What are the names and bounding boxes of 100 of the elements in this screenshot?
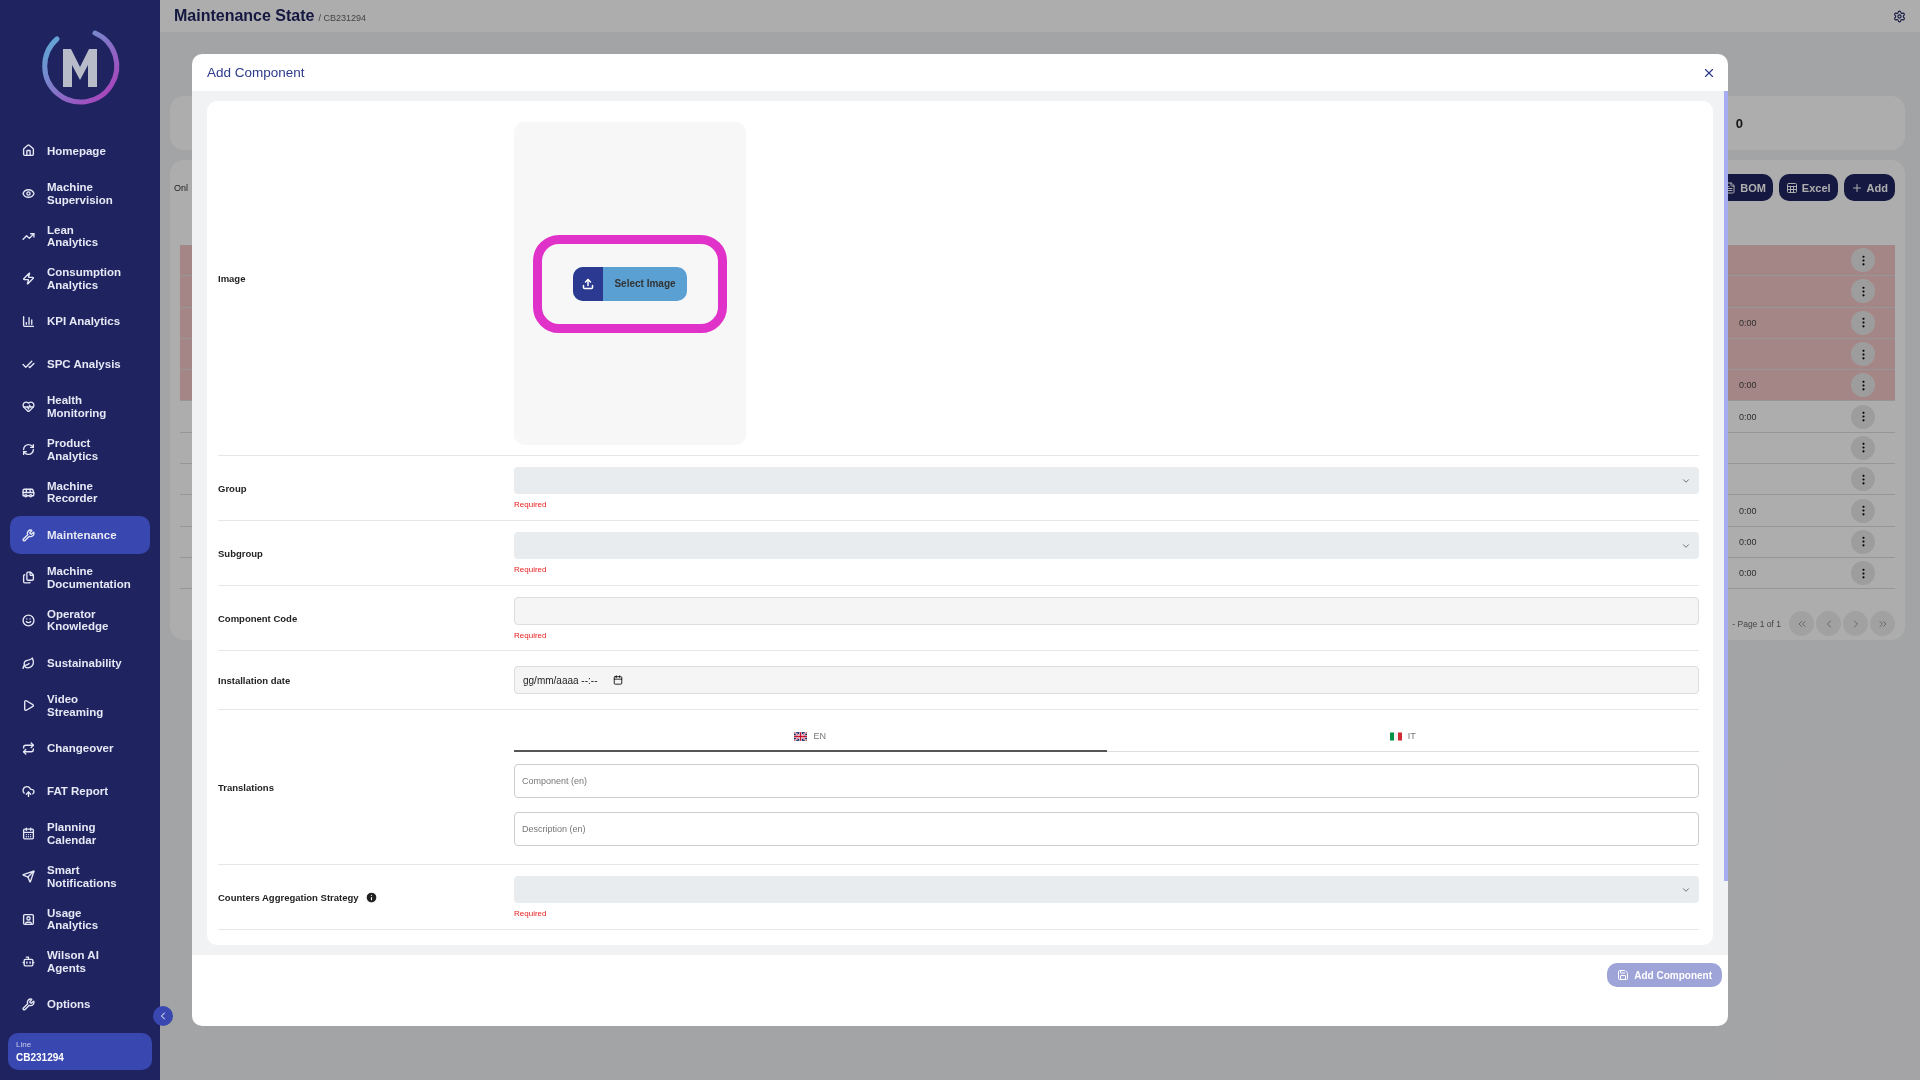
sidebar-item-label: Smart Notifications [47, 863, 118, 890]
settings-icon[interactable] [1893, 9, 1906, 23]
spreadsheet-icon [1785, 181, 1798, 194]
home-icon [22, 144, 35, 158]
sidebar-item[interactable]: Video Streaming [10, 686, 150, 725]
select-image-button[interactable]: Select Image [573, 266, 687, 301]
field-label: Group [218, 482, 247, 494]
summary-value: 0 [1735, 115, 1743, 131]
input-field[interactable]: Description (en) [514, 812, 1699, 846]
smiley-icon [22, 613, 35, 627]
sidebar-item[interactable]: Planning Calendar [10, 815, 150, 853]
collapse-button[interactable] [153, 1006, 173, 1026]
bar-chart-icon [22, 315, 35, 329]
sidebar-item-label: Homepage [47, 144, 106, 158]
date-field[interactable]: gg/mm/aaaa --:-- [514, 666, 1699, 694]
sidebar-item[interactable]: Health Monitoring [10, 388, 150, 426]
row-menu-button[interactable] [1851, 248, 1875, 273]
sidebar-item-label: Options [47, 998, 91, 1011]
language-tab[interactable]: IT [1106, 722, 1699, 752]
tab-label: EN [813, 731, 826, 741]
heart-pulse-icon [22, 400, 35, 414]
row-menu-button[interactable] [1851, 310, 1875, 335]
page-subtitle: / CB231294 [318, 13, 367, 23]
sidebar-item-label: Usage Analytics [47, 906, 100, 932]
sidebar-item[interactable]: KPI Analytics [10, 302, 150, 341]
tab-label: IT [1407, 731, 1416, 741]
sidebar-item[interactable]: Options [10, 985, 150, 1024]
page-info: - Page 1 of 1 [1732, 618, 1781, 629]
calendar-icon [22, 827, 35, 841]
select-field[interactable] [514, 532, 1699, 559]
input-field[interactable]: Component (en) [514, 764, 1699, 798]
sidebar-item-label: Wilson AI Agents [47, 949, 100, 975]
sidebar-item[interactable]: Usage Analytics [10, 900, 150, 939]
wrench-icon [22, 998, 35, 1012]
wrench-icon [22, 528, 35, 542]
plus-icon [1850, 181, 1863, 194]
sidebar-item[interactable]: Wilson AI Agents [10, 943, 150, 981]
row-menu-button[interactable] [1851, 279, 1875, 304]
sidebar-item-label: Machine Supervision [47, 180, 114, 207]
sidebar-item[interactable]: Machine Documentation [10, 558, 150, 597]
select-field[interactable] [514, 467, 1699, 494]
sidebar-item-label: Video Streaming [47, 693, 105, 719]
scrollbar[interactable] [1724, 91, 1728, 881]
required-error: Required [514, 630, 548, 640]
row-menu-button[interactable] [1851, 342, 1875, 367]
sidebar-item-label: Planning Calendar [47, 821, 98, 847]
sidebar-item[interactable]: Sustainability [10, 644, 150, 682]
sidebar-item[interactable]: Machine Supervision [10, 174, 150, 213]
row-menu-button[interactable] [1851, 435, 1875, 460]
robot-icon [22, 955, 35, 969]
sidebar-item-label: Maintenance [47, 528, 117, 542]
last-page-button[interactable] [1870, 611, 1895, 637]
row-menu-button[interactable] [1851, 529, 1875, 554]
row-menu-button[interactable] [1851, 404, 1875, 429]
row-menu-button[interactable] [1851, 373, 1875, 398]
row-menu-button[interactable] [1851, 561, 1875, 586]
sidebar-item-label: Lean Analytics [47, 223, 100, 249]
sidebar-item[interactable]: Smart Notifications [10, 857, 150, 896]
sidebar-item[interactable]: Operator Knowledge [10, 601, 150, 640]
row-menu-button[interactable] [1851, 498, 1875, 523]
row-menu-button[interactable] [1851, 467, 1875, 492]
sidebar-item-label: Consumption Analytics [47, 266, 123, 292]
required-error: Required [514, 500, 548, 509]
input-field[interactable] [514, 596, 1699, 625]
calendar-icon [613, 675, 624, 685]
refresh-icon [22, 443, 35, 457]
toolbar-button[interactable]: Add [1843, 174, 1895, 201]
sidebar-item[interactable]: Changeover [10, 729, 150, 768]
first-page-button[interactable] [1789, 611, 1814, 637]
lightning-icon [22, 272, 35, 286]
sidebar-item[interactable]: Maintenance [10, 516, 150, 554]
info-icon[interactable] [364, 890, 378, 904]
play-icon [22, 699, 35, 713]
line-label: Line [16, 1040, 33, 1049]
sidebar-item[interactable]: Machine Recorder [10, 473, 150, 512]
select-field[interactable] [514, 876, 1699, 903]
field-label: Image [218, 272, 247, 284]
sidebar-item[interactable]: SPC Analysis [10, 345, 150, 384]
eye-icon [22, 187, 35, 201]
sidebar-item-label: FAT Report [47, 784, 109, 798]
sidebar-item-label: Changeover [47, 742, 114, 755]
field-label: Component Code [218, 612, 298, 624]
toolbar-button[interactable]: Excel [1778, 174, 1838, 201]
user-card-icon [22, 912, 35, 926]
language-tab[interactable]: EN [514, 722, 1107, 752]
sidebar-item[interactable]: FAT Report [10, 772, 150, 810]
sidebar-item-label: SPC Analysis [47, 357, 121, 371]
sidebar-item[interactable]: Product Analytics [10, 430, 150, 469]
sidebar-item[interactable]: Lean Analytics [10, 217, 150, 256]
table-cell-text: 0:00 [1739, 317, 1758, 328]
filter-label: Onl [174, 182, 188, 193]
sidebar-item-label: Health Monitoring [47, 394, 108, 420]
line-value: CB231294 [16, 1052, 65, 1063]
cloud-upload-icon [22, 784, 35, 798]
sidebar-item[interactable]: Homepage [10, 132, 150, 170]
sidebar-item-label: KPI Analytics [47, 315, 121, 328]
sidebar-item-label: Sustainability [47, 656, 122, 670]
repeat-icon [22, 741, 35, 755]
table-cell-text: 0:00 [1739, 380, 1758, 391]
sidebar-item[interactable]: Consumption Analytics [10, 260, 150, 298]
